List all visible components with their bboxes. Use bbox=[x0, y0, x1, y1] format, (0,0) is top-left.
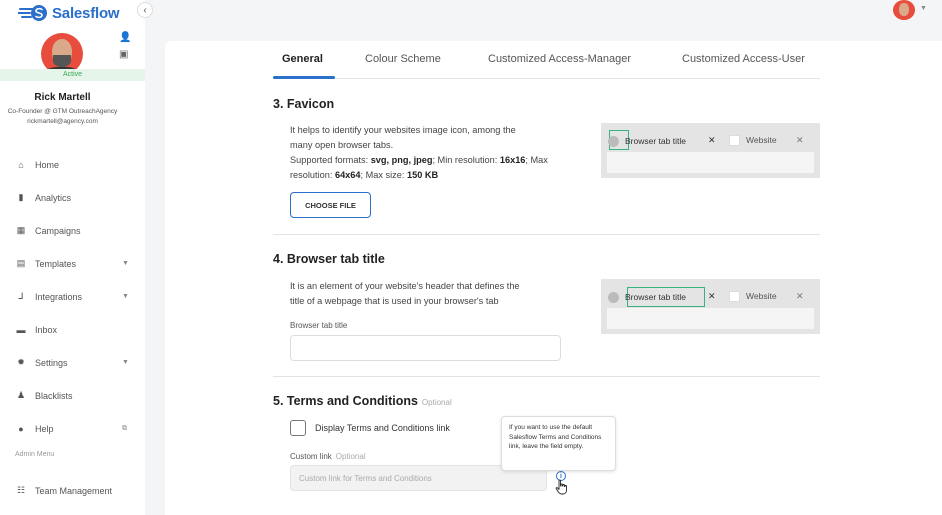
display-terms-checkbox[interactable] bbox=[290, 420, 306, 436]
sidebar-item-label: Campaigns bbox=[35, 225, 81, 236]
page-icon bbox=[729, 291, 740, 302]
sidebar-item-label: Analytics bbox=[35, 192, 72, 203]
sidebar-item-campaigns[interactable]: ▦ Campaigns bbox=[0, 214, 145, 247]
message-icon: ▤ bbox=[16, 258, 26, 268]
sidebar-item-label: Templates bbox=[35, 258, 77, 269]
sidebar-item-label: Blacklists bbox=[35, 390, 73, 401]
sidebar-item-templates[interactable]: ▤ Templates ▼ bbox=[0, 247, 145, 280]
preview-tab-title: Browser tab title bbox=[625, 136, 686, 146]
preview-address-bar bbox=[607, 152, 814, 173]
preview-website-label: Website bbox=[746, 291, 777, 301]
logo-icon bbox=[18, 5, 47, 21]
sidebar-nav: ⌂ Home ▮ Analytics ▦ Campaigns ▤ Templat… bbox=[0, 148, 145, 445]
admin-menu-label: Admin Menu bbox=[15, 451, 55, 458]
section-divider bbox=[273, 376, 820, 377]
sidebar-item-label: Integrations bbox=[35, 291, 83, 302]
favicon-placeholder-icon bbox=[608, 135, 619, 147]
tab-colour-scheme[interactable]: Colour Scheme bbox=[365, 53, 441, 65]
favicon-section-title: 3. Favicon bbox=[273, 97, 335, 111]
contact-card-icon[interactable]: ▣ bbox=[119, 49, 131, 60]
inbox-icon: ▬ bbox=[16, 324, 26, 335]
help-icon: ● bbox=[18, 423, 24, 434]
sidebar-item-label: Team Management bbox=[35, 485, 113, 496]
settings-card: General Colour Scheme Customized Access-… bbox=[165, 41, 942, 515]
sidebar-item-settings[interactable]: ✹ Settings ▼ bbox=[0, 346, 145, 379]
gear-icon: ✹ bbox=[17, 357, 25, 367]
sidebar-item-blacklists[interactable]: ♟ Blacklists bbox=[0, 379, 145, 412]
preview-address-bar bbox=[607, 308, 814, 329]
browser-tab-field-label: Browser tab title bbox=[290, 321, 348, 330]
sidebar-item-label: Settings bbox=[35, 357, 68, 368]
active-tab-indicator bbox=[273, 76, 335, 79]
tab-general[interactable]: General bbox=[282, 53, 323, 65]
user-menu-avatar[interactable] bbox=[893, 0, 915, 20]
choose-file-button[interactable]: CHOOSE FILE bbox=[290, 192, 371, 218]
close-icon: ✕ bbox=[708, 291, 716, 301]
favicon-description: It helps to identify your websites image… bbox=[290, 125, 548, 180]
user-block-icon: ♟ bbox=[16, 390, 26, 400]
close-icon: ✕ bbox=[796, 135, 804, 145]
profile-email: rickmartell@agency.com bbox=[27, 118, 98, 125]
sidebar-item-analytics[interactable]: ▮ Analytics bbox=[0, 181, 145, 214]
browser-tab-section-title: 4. Browser tab title bbox=[273, 252, 385, 266]
terms-tooltip: If you want to use the default Salesflow… bbox=[501, 416, 616, 471]
terms-section-title: 5. Terms and Conditions Optional bbox=[273, 394, 452, 408]
sidebar-item-team-management[interactable]: ☷ Team Management bbox=[0, 474, 145, 507]
chevron-down-icon[interactable]: ▼ bbox=[920, 5, 927, 12]
chevron-down-icon[interactable]: ▼ bbox=[122, 359, 129, 366]
tab-customized-access-manager[interactable]: Customized Access-Manager bbox=[488, 53, 631, 65]
external-link-icon[interactable]: ⧉ bbox=[122, 425, 127, 433]
sidebar-item-help[interactable]: ● Help ⧉ bbox=[0, 412, 145, 445]
close-icon: ✕ bbox=[708, 135, 716, 145]
profile-actions: 👤 ▣ bbox=[119, 32, 131, 60]
profile-name: Rick Martell bbox=[34, 92, 91, 103]
sliders-icon: ☷ bbox=[16, 485, 26, 495]
user-switch-icon[interactable]: 👤 bbox=[119, 32, 131, 43]
profile-role: Co-Founder @ GTM OutreachAgency bbox=[7, 108, 118, 115]
display-terms-label[interactable]: Display Terms and Conditions link bbox=[315, 423, 450, 433]
custom-link-label: Custom link Optional bbox=[290, 452, 366, 461]
optional-tag: Optional bbox=[421, 398, 452, 407]
page-icon bbox=[729, 135, 740, 146]
chevron-down-icon[interactable]: ▼ bbox=[122, 293, 129, 300]
home-icon: ⌂ bbox=[18, 159, 24, 170]
sidebar-item-label: Inbox bbox=[35, 324, 58, 335]
chevron-down-icon[interactable]: ▼ bbox=[122, 260, 129, 267]
section-divider bbox=[273, 234, 820, 235]
sidebar-item-home[interactable]: ⌂ Home bbox=[0, 148, 145, 181]
status-badge: Active bbox=[0, 69, 145, 81]
browser-tab-preview: Browser tab title ✕ Website ✕ bbox=[601, 279, 820, 334]
sidebar: Salesflow 👤 ▣ Active Rick Martell Co-Fou… bbox=[0, 0, 145, 515]
grid-icon: ▦ bbox=[16, 225, 26, 235]
sidebar-item-label: Help bbox=[35, 423, 54, 434]
preview-tab-title: Browser tab title bbox=[625, 292, 686, 302]
collapse-sidebar-button[interactable]: ‹ bbox=[137, 2, 153, 18]
salesflow-logo[interactable]: Salesflow bbox=[18, 2, 120, 24]
sidebar-item-integrations[interactable]: ⅃ Integrations ▼ bbox=[0, 280, 145, 313]
preview-website-label: Website bbox=[746, 135, 777, 145]
tab-customized-access-user[interactable]: Customized Access-User bbox=[682, 53, 805, 65]
logo-text: Salesflow bbox=[52, 4, 120, 22]
sidebar-item-inbox[interactable]: ▬ Inbox bbox=[0, 313, 145, 346]
sidebar-item-label: Home bbox=[35, 159, 60, 170]
chevron-left-icon: ‹ bbox=[143, 4, 147, 16]
settings-tabs: General Colour Scheme Customized Access-… bbox=[273, 41, 820, 79]
favicon-preview: Browser tab title ✕ Website ✕ bbox=[601, 123, 820, 178]
bar-chart-icon: ▮ bbox=[18, 192, 24, 202]
browser-tab-description: It is an element of your website's heade… bbox=[290, 281, 520, 306]
browser-tab-title-input[interactable] bbox=[290, 335, 561, 361]
favicon-placeholder-icon bbox=[608, 291, 619, 303]
close-icon: ✕ bbox=[796, 291, 804, 301]
hand-cursor-icon bbox=[555, 479, 567, 495]
integrations-icon: ⅃ bbox=[18, 291, 24, 301]
